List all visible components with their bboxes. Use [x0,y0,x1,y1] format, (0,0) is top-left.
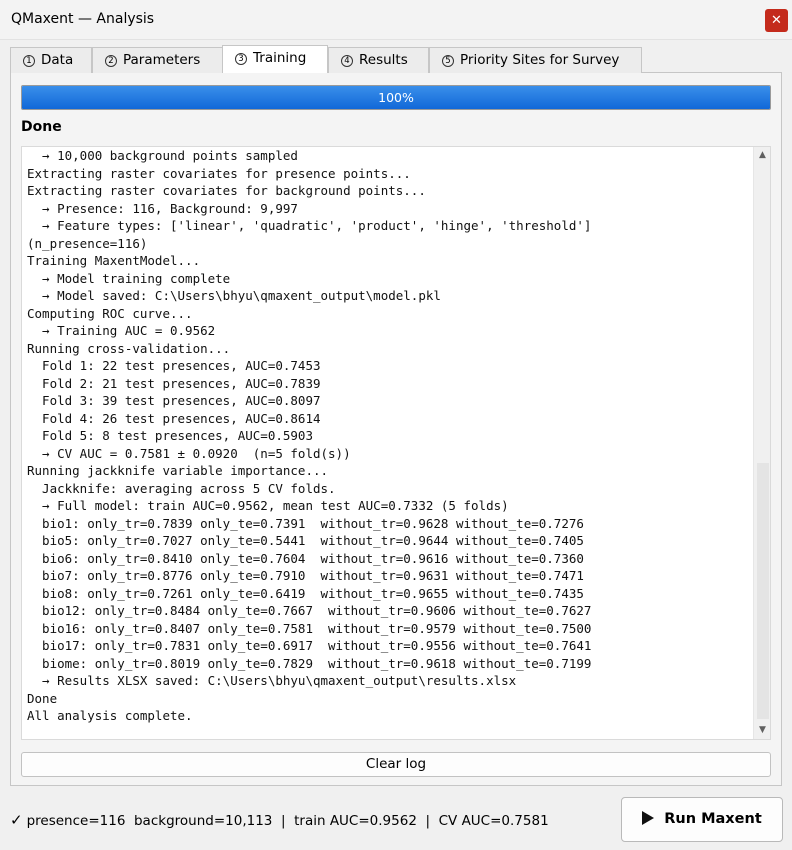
log-line: Running jackknife variable importance... [27,463,329,478]
tab-data[interactable]: 1 Data [10,47,92,73]
run-maxent-button[interactable]: Run Maxent [621,797,783,842]
tab-number-icon: 4 [341,55,353,67]
tab-label: Parameters [123,52,201,68]
log-scrollbar[interactable]: ▲ ▼ [753,147,770,739]
run-button-label: Run Maxent [664,811,762,827]
scroll-up-icon[interactable]: ▲ [754,147,770,164]
log-line: → Model saved: C:\Users\bhyu\qmaxent_out… [27,288,441,303]
footer: ✓ presence=116 background=10,113 | train … [0,790,792,850]
log-line: → Full model: train AUC=0.9562, mean tes… [27,498,509,513]
log-line: → Feature types: ['linear', 'quadratic',… [27,218,592,233]
progress-label: 100% [378,90,414,105]
log-line: → CV AUC = 0.7581 ± 0.0920 (n=5 fold(s)) [27,445,351,461]
log-line: Fold 3: 39 test presences, AUC=0.8097 [27,393,321,408]
log-line: bio7: only_tr=0.8776 only_te=0.7910 with… [27,568,584,583]
log-output[interactable]: → 10,000 background points sampled Extrac… [21,146,771,740]
log-line: Fold 1: 22 test presences, AUC=0.7453 [27,358,321,373]
progress-bar: 100% [21,85,771,110]
log-line: → Model training complete [27,270,231,286]
log-line: (n_presence=116) [27,235,148,251]
window-title: QMaxent — Analysis [11,11,155,27]
log-line: bio5: only_tr=0.7027 only_te=0.5441 with… [27,533,584,548]
tab-results[interactable]: 4 Results [328,47,429,73]
summary-status: ✓ presence=116 background=10,113 | train … [10,811,549,829]
scroll-down-icon[interactable]: ▼ [754,722,770,739]
log-line: Fold 5: 8 test presences, AUC=0.5903 [27,428,313,443]
log-line: bio1: only_tr=0.7839 only_te=0.7391 with… [27,515,584,531]
log-line: → 10,000 background points sampled [27,148,298,163]
log-text: → 10,000 background points sampled Extrac… [27,147,749,725]
tab-bar: 1 Data 2 Parameters 3 Training 4 Results 5 Pr… [10,45,782,73]
tab-label: Data [41,52,74,68]
log-line: bio16: only_tr=0.8407 only_te=0.7581 wit… [27,620,592,636]
title-bar: QMaxent — Analysis ✕ [0,0,792,40]
log-line: bio8: only_tr=0.7261 only_te=0.6419 with… [27,585,584,601]
log-line: Training MaxentModel... [27,253,201,268]
tab-number-icon: 3 [235,53,247,65]
log-line: Fold 2: 21 test presences, AUC=0.7839 [27,375,321,391]
clear-log-button[interactable]: Clear log [21,752,771,777]
tab-parameters[interactable]: 2 Parameters [92,47,223,73]
log-line: → Presence: 116, Background: 9,997 [27,200,298,216]
log-line: Done [27,690,58,706]
log-line: Extracting raster covariates for presenc… [27,165,411,181]
log-line: bio12: only_tr=0.8484 only_te=0.7667 wit… [27,603,592,618]
log-line: biome: only_tr=0.8019 only_te=0.7829 wit… [27,655,592,671]
log-line: All analysis complete. [27,708,193,723]
tab-number-icon: 1 [23,55,35,67]
log-line: → Training AUC = 0.9562 [27,323,216,338]
close-button[interactable]: ✕ [765,9,788,32]
log-line: Fold 4: 26 test presences, AUC=0.8614 [27,410,321,426]
log-line: Computing ROC curve... [27,305,193,321]
play-icon [642,811,655,825]
close-icon: ✕ [771,13,782,28]
tab-label: Results [359,52,408,68]
tab-training[interactable]: 3 Training [222,45,328,73]
scrollbar-track-highlight [757,463,769,719]
tab-number-icon: 5 [442,55,454,67]
tab-priority-sites[interactable]: 5 Priority Sites for Survey [429,47,642,73]
log-line: → Results XLSX saved: C:\Users\bhyu\qmax… [27,673,517,688]
tab-number-icon: 2 [105,55,117,67]
checkmark-icon: ✓ [10,811,23,829]
tab-label: Priority Sites for Survey [460,52,620,68]
log-line: Jackknife: averaging across 5 CV folds. [27,480,336,496]
status-label: Done [21,119,62,135]
tab-label: Training [253,50,307,66]
summary-text: presence=116 background=10,113 | train A… [26,813,549,829]
log-line: Running cross-validation... [27,340,231,356]
log-line: Extracting raster covariates for backgro… [27,183,426,198]
log-line: bio17: only_tr=0.7831 only_te=0.6917 wit… [27,638,592,653]
log-line: bio6: only_tr=0.8410 only_te=0.7604 with… [27,550,584,566]
